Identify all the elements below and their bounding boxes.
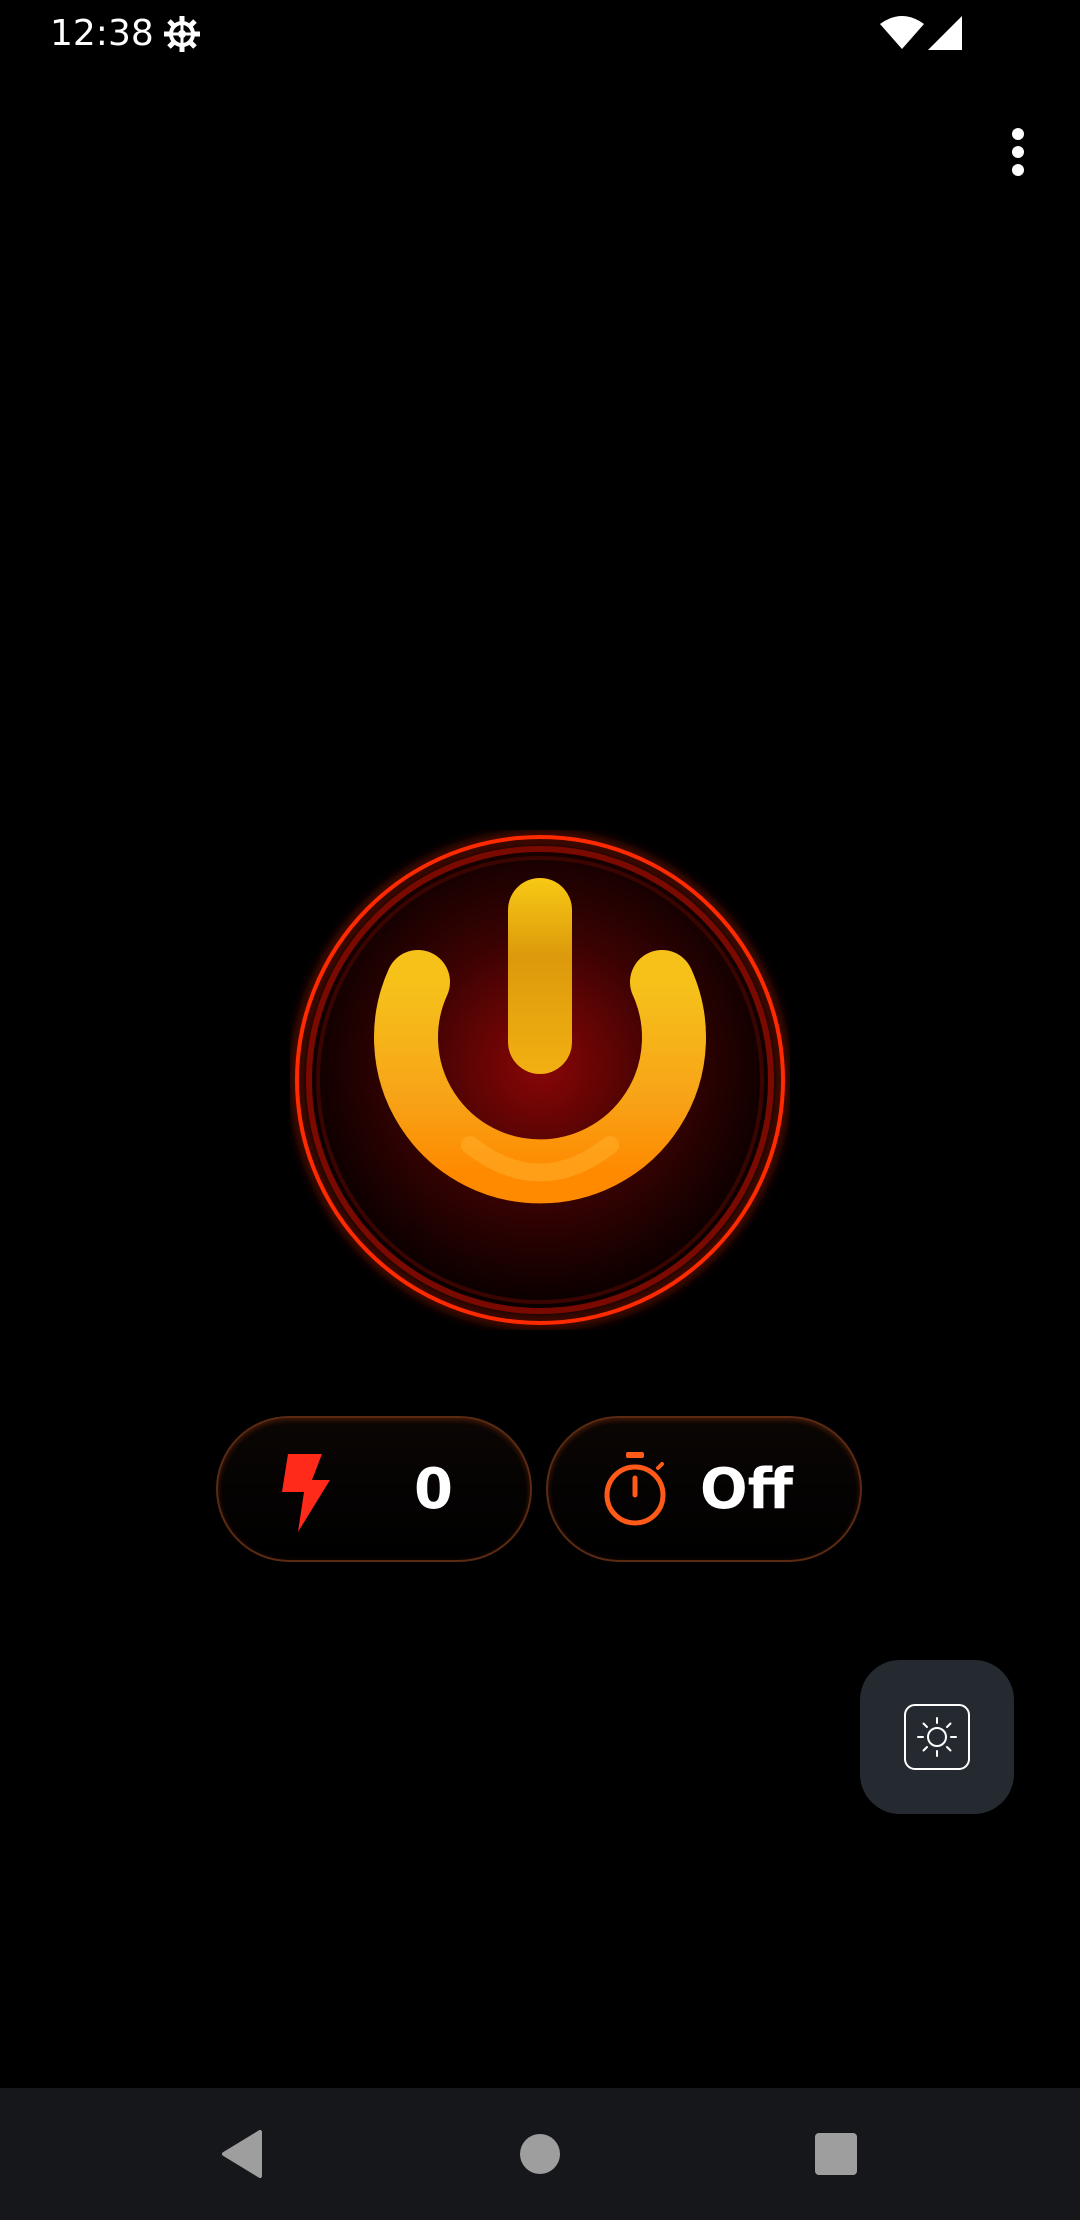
timer-button[interactable]: Off bbox=[546, 1416, 862, 1562]
flash-frequency-value: 0 bbox=[414, 1457, 453, 1522]
lightning-icon bbox=[282, 1454, 330, 1532]
status-time: 12:38 bbox=[50, 13, 154, 54]
status-bar: 12:38 bbox=[0, 0, 1080, 68]
screen-light-button[interactable] bbox=[860, 1660, 1014, 1814]
more-vert-icon[interactable] bbox=[990, 124, 1046, 180]
wifi-icon bbox=[880, 16, 924, 49]
flash-frequency-button[interactable]: 0 bbox=[216, 1416, 532, 1562]
signal-icon bbox=[928, 16, 962, 50]
timer-value: Off bbox=[700, 1457, 793, 1522]
brightness-icon bbox=[904, 1704, 970, 1770]
power-button[interactable] bbox=[290, 830, 790, 1330]
home-icon[interactable] bbox=[510, 2124, 570, 2184]
flashlight-screen: 12:38 0 Off bbox=[0, 0, 1080, 2220]
navigation-bar bbox=[0, 2088, 1080, 2220]
stopwatch-icon bbox=[604, 1452, 666, 1526]
gear-icon bbox=[164, 16, 200, 52]
recents-icon[interactable] bbox=[806, 2124, 866, 2184]
back-icon[interactable] bbox=[214, 2124, 274, 2184]
